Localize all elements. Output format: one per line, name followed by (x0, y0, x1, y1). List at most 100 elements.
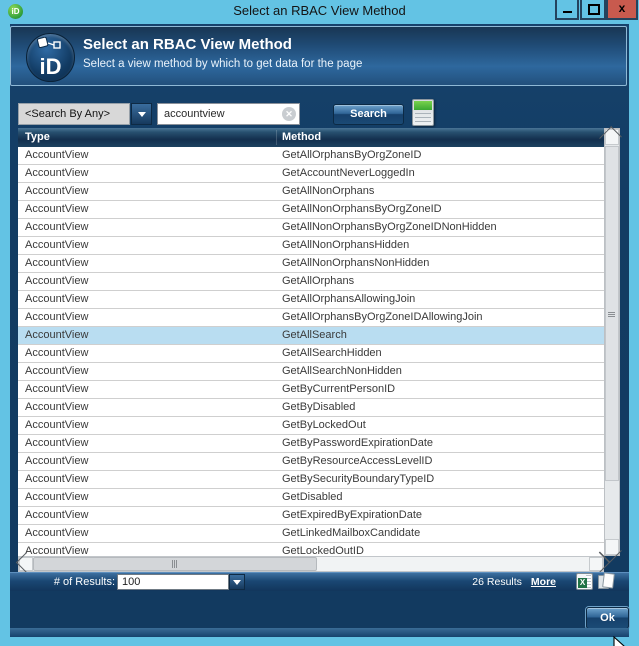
cell-method: GetAllNonOrphansHidden (282, 237, 604, 254)
results-dropdown-arrow[interactable] (229, 574, 245, 590)
cell-type: AccountView (18, 183, 282, 200)
cell-method: GetAllOrphansByOrgZoneID (282, 147, 604, 164)
thumb-grip-icon (608, 312, 615, 317)
excel-export-icon[interactable]: X (576, 573, 593, 590)
maximize-button[interactable] (580, 0, 606, 20)
table-row[interactable]: AccountViewGetByCurrentPersonID (18, 381, 604, 399)
cell-method: GetAllNonOrphans (282, 183, 604, 200)
page-front (602, 572, 615, 588)
horizontal-scrollbar[interactable] (18, 556, 604, 572)
table-row[interactable]: AccountViewGetByResourceAccessLevelID (18, 453, 604, 471)
table-row[interactable]: AccountViewGetAllOrphansAllowingJoin (18, 291, 604, 309)
table-row[interactable]: AccountViewGetAllNonOrphansNonHidden (18, 255, 604, 273)
table-row[interactable]: AccountViewGetByPasswordExpirationDate (18, 435, 604, 453)
table-body: AccountViewGetAllOrphansByOrgZoneIDAccou… (18, 147, 604, 556)
table-row[interactable]: AccountViewGetBySecurityBoundaryTypeID (18, 471, 604, 489)
table-row[interactable]: AccountViewGetAllOrphans (18, 273, 604, 291)
search-button[interactable]: Search (333, 104, 404, 125)
thumb-grip-icon (172, 560, 177, 568)
id-logo-icon: iD (26, 33, 75, 82)
results-count-text: 26 Results (472, 576, 522, 588)
cell-method: GetExpiredByExpirationDate (282, 507, 604, 524)
cell-method: GetBySecurityBoundaryTypeID (282, 471, 604, 488)
cell-method: GetAllSearch (282, 327, 604, 344)
table-row[interactable]: AccountViewGetLockedOutID (18, 543, 604, 556)
table-row[interactable]: AccountViewGetAllNonOrphans (18, 183, 604, 201)
table-row[interactable]: AccountViewGetAllSearch (18, 327, 604, 345)
more-results-link[interactable]: More (531, 576, 556, 588)
footer-bar: # of Results: 100 26 Results More X (10, 572, 629, 591)
table-row[interactable]: AccountViewGetAllNonOrphansHidden (18, 237, 604, 255)
cell-method: GetByLockedOut (282, 417, 604, 434)
cell-type: AccountView (18, 165, 282, 182)
cell-type: AccountView (18, 147, 282, 164)
table-row[interactable]: AccountViewGetAllNonOrphansByOrgZoneIDNo… (18, 219, 604, 237)
flowchart-icon (35, 37, 65, 51)
window-title: Select an RBAC View Method (0, 3, 639, 18)
column-header-method[interactable]: Method (282, 128, 321, 147)
cell-type: AccountView (18, 381, 282, 398)
cell-type: AccountView (18, 345, 282, 362)
cell-method: GetAccountNeverLoggedIn (282, 165, 604, 182)
cell-method: GetAllOrphansAllowingJoin (282, 291, 604, 308)
cell-method: GetAllSearchHidden (282, 345, 604, 362)
search-by-dropdown[interactable]: <Search By Any> (18, 103, 130, 125)
cell-method: GetAllNonOrphansNonHidden (282, 255, 604, 272)
cell-type: AccountView (18, 435, 282, 452)
search-input[interactable] (157, 103, 300, 125)
table-row[interactable]: AccountViewGetAllSearchHidden (18, 345, 604, 363)
cell-method: GetAllOrphansByOrgZoneIDAllowingJoin (282, 309, 604, 326)
cell-method: GetByResourceAccessLevelID (282, 453, 604, 470)
ok-button[interactable]: Ok (586, 607, 629, 629)
cell-method: GetAllNonOrphansByOrgZoneIDNonHidden (282, 219, 604, 236)
cell-type: AccountView (18, 471, 282, 488)
cell-type: AccountView (18, 219, 282, 236)
header-banner: iD Select an RBAC View Method Select a v… (10, 26, 627, 86)
title-bar[interactable]: iD Select an RBAC View Method x (0, 0, 639, 24)
scroll-left-button[interactable] (19, 557, 33, 571)
table-row[interactable]: AccountViewGetAllOrphansByOrgZoneIDAllow… (18, 309, 604, 327)
column-divider (276, 130, 277, 145)
page-subtitle: Select a view method by which to get dat… (83, 58, 362, 70)
cell-type: AccountView (18, 489, 282, 506)
table-row[interactable]: AccountViewGetAllOrphansByOrgZoneID (18, 147, 604, 165)
export-spreadsheet-icon[interactable] (412, 99, 434, 126)
cell-method: GetByDisabled (282, 399, 604, 416)
table-row[interactable]: AccountViewGetAllNonOrphansByOrgZoneID (18, 201, 604, 219)
column-header-type[interactable]: Type (25, 128, 50, 147)
mouse-cursor (611, 636, 633, 646)
scroll-down-button[interactable] (605, 539, 619, 555)
minimize-button[interactable] (555, 0, 579, 20)
cell-method: GetAllSearchNonHidden (282, 363, 604, 380)
close-button[interactable]: x (606, 0, 638, 20)
cell-method: GetAllNonOrphansByOrgZoneID (282, 201, 604, 218)
cell-method: GetLockedOutID (282, 543, 604, 556)
cell-type: AccountView (18, 237, 282, 254)
cell-type: AccountView (18, 255, 282, 272)
table-header: Type Method (18, 128, 604, 147)
cell-method: GetDisabled (282, 489, 604, 506)
clear-search-icon[interactable]: ✕ (282, 107, 296, 121)
table-row[interactable]: AccountViewGetAllSearchNonHidden (18, 363, 604, 381)
page-title: Select an RBAC View Method (83, 36, 292, 53)
cell-method: GetByCurrentPersonID (282, 381, 604, 398)
dialog-body: iD Select an RBAC View Method Select a v… (10, 24, 629, 637)
table-row[interactable]: AccountViewGetExpiredByExpirationDate (18, 507, 604, 525)
scroll-right-button[interactable] (589, 557, 603, 571)
scroll-up-button[interactable] (605, 129, 619, 145)
table-row[interactable]: AccountViewGetByLockedOut (18, 417, 604, 435)
search-by-dropdown-arrow[interactable] (131, 103, 152, 125)
cell-type: AccountView (18, 363, 282, 380)
close-icon: x (608, 0, 636, 17)
horizontal-scrollbar-thumb[interactable] (33, 557, 317, 571)
results-per-page-dropdown[interactable]: 100 (117, 574, 229, 590)
copy-pages-icon[interactable] (597, 572, 616, 591)
table-row[interactable]: AccountViewGetDisabled (18, 489, 604, 507)
vertical-scrollbar-thumb[interactable] (605, 146, 619, 481)
cell-method: GetByPasswordExpirationDate (282, 435, 604, 452)
table-row[interactable]: AccountViewGetByDisabled (18, 399, 604, 417)
table-row[interactable]: AccountViewGetAccountNeverLoggedIn (18, 165, 604, 183)
vertical-scrollbar[interactable] (604, 128, 620, 556)
table-row[interactable]: AccountViewGetLinkedMailboxCandidate (18, 525, 604, 543)
cell-type: AccountView (18, 327, 282, 344)
